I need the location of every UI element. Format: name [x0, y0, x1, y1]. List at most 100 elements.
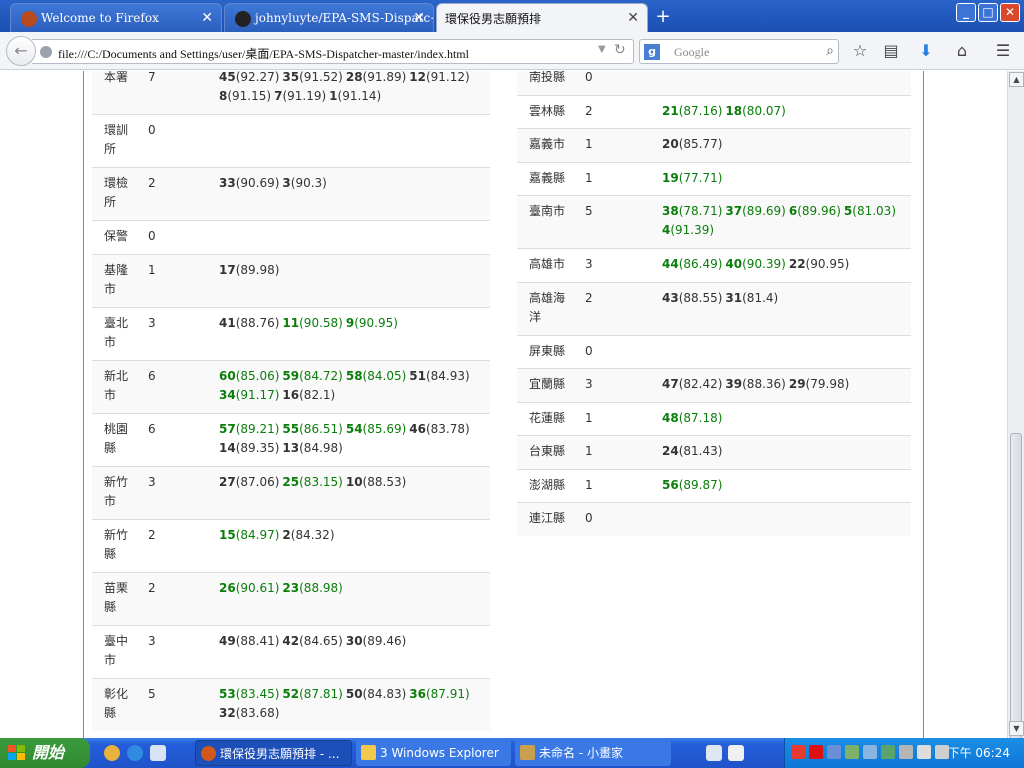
- chrome-icon[interactable]: [104, 745, 120, 761]
- volunteer-entry: 59(84.72): [282, 369, 342, 383]
- tray-app-icon[interactable]: [899, 745, 913, 759]
- network-icon[interactable]: [827, 745, 841, 759]
- search-icon[interactable]: ⌕: [826, 43, 834, 59]
- volunteer-score: (87.91): [425, 686, 470, 701]
- volunteer-entry: 24(81.43): [662, 444, 722, 458]
- taskbar-task-explorer[interactable]: 3 Windows Explorer: [356, 740, 511, 766]
- agency-count: 3: [585, 377, 593, 391]
- left-agency-table: 本署 7 45(92.27) 35(91.52) 28(91.89) 12(91.12) 8…: [92, 71, 490, 731]
- volunteer-number: 59: [282, 368, 300, 383]
- reading-list-icon[interactable]: ▤: [880, 40, 902, 62]
- volunteer-score: (84.65): [299, 633, 343, 648]
- maximize-button[interactable]: □: [978, 3, 998, 22]
- back-button[interactable]: ←: [6, 36, 36, 66]
- volunteer-number: 33: [219, 176, 236, 190]
- volunteer-line: 44(86.49) 40(90.39) 22(90.95): [662, 255, 907, 274]
- volunteer-score: (86.51): [299, 421, 343, 436]
- agency-count: 1: [148, 262, 156, 277]
- agency-name: 環訓所: [104, 123, 129, 156]
- volunteer-score: (91.14): [337, 89, 382, 103]
- volunteer-number: 12: [409, 71, 426, 84]
- agency-name: 臺北市: [104, 315, 129, 349]
- tab-github[interactable]: johnyluyte/EPA-SMS-Dispatc⋯ ✕: [224, 3, 434, 32]
- taskbar-task-firefox[interactable]: 環保役男志願預排 - ...: [195, 740, 352, 766]
- agency-count: 5: [148, 686, 156, 701]
- show-desktop-icon[interactable]: [150, 745, 166, 761]
- taskbar-task-paint[interactable]: 未命名 - 小畫家: [515, 740, 671, 766]
- ie-icon[interactable]: [127, 745, 143, 761]
- help-icon[interactable]: [728, 745, 744, 761]
- volunteer-entry: 29(79.98): [789, 377, 849, 391]
- task-label: 未命名 - 小畫家: [539, 746, 623, 760]
- volunteer-score: (89.21): [235, 421, 280, 436]
- agency-count: 1: [585, 477, 593, 492]
- agency-name: 臺南市: [529, 204, 566, 218]
- table-row: 新北市 6 60(85.06) 59(84.72) 58(84.05) 51(84.93)…: [92, 359, 490, 413]
- volume-icon[interactable]: [917, 745, 931, 759]
- volunteer-score: (90.95): [805, 257, 850, 271]
- volunteer-score: (81.4): [742, 290, 779, 305]
- taskbar-clock: 下午 06:24: [947, 746, 1010, 760]
- home-icon[interactable]: ⌂: [951, 40, 973, 62]
- volunteer-entry: 50(84.83): [346, 687, 406, 701]
- antivirus-icon[interactable]: [791, 745, 805, 759]
- volunteer-entry: 20(85.77): [662, 137, 722, 151]
- tab-welcome[interactable]: Welcome to Firefox ✕: [10, 3, 222, 32]
- close-tab-icon[interactable]: ✕: [413, 10, 425, 26]
- volunteer-entry: 48(87.18): [662, 411, 722, 425]
- minimize-button[interactable]: _: [956, 3, 976, 22]
- keyboard-icon[interactable]: [706, 745, 722, 761]
- volunteer-score: (87.81): [299, 686, 343, 701]
- start-button[interactable]: 開始: [0, 738, 90, 768]
- volunteer-score: (88.36): [742, 377, 786, 391]
- volunteer-list: 60(85.06) 59(84.72) 58(84.05) 51(84.93) 34(9…: [219, 367, 484, 405]
- tray-app-icon[interactable]: [881, 745, 895, 759]
- tray-app-icon[interactable]: [863, 745, 877, 759]
- volunteer-entry: 4(91.39): [662, 223, 714, 237]
- volunteer-entry: 46(83.78): [409, 422, 469, 436]
- bookmark-star-icon[interactable]: ☆: [849, 40, 871, 62]
- volunteer-score: (84.32): [290, 527, 335, 542]
- volunteer-score: (84.05): [362, 368, 407, 383]
- reload-icon[interactable]: ↻: [614, 42, 626, 58]
- close-window-button[interactable]: ✕: [1000, 3, 1020, 22]
- volunteer-score: (91.52): [299, 71, 343, 84]
- volunteer-number: 39: [725, 377, 743, 391]
- volunteer-list: 56(89.87): [662, 476, 907, 495]
- volunteer-list: 27(87.06) 25(83.15) 10(88.53): [219, 473, 484, 492]
- search-bar[interactable]: g Google ⌕: [639, 39, 839, 64]
- table-row: 花蓮縣 1 48(87.18): [517, 401, 911, 436]
- volunteer-list: 26(90.61) 23(88.98): [219, 579, 484, 598]
- table-row: 連江縣 0: [517, 502, 911, 536]
- table-row: 臺北市 3 41(88.76) 11(90.58) 9(90.95): [92, 306, 490, 360]
- url-dropdown-icon[interactable]: ▼: [598, 44, 606, 55]
- volunteer-list: 48(87.18): [662, 409, 907, 428]
- agency-count: 0: [585, 511, 593, 525]
- volunteer-entry: 36(87.91): [409, 687, 469, 701]
- new-tab-button[interactable]: +: [652, 6, 674, 28]
- volunteer-score: (83.68): [235, 705, 280, 720]
- volunteer-number: 42: [282, 633, 300, 648]
- agency-name: 新竹市: [104, 474, 129, 508]
- scroll-up-icon[interactable]: ▲: [1009, 72, 1024, 87]
- google-icon[interactable]: g: [644, 44, 660, 60]
- volunteer-entry: 8(91.15): [219, 89, 271, 103]
- tab-label: Welcome to Firefox: [41, 11, 159, 25]
- downloads-icon[interactable]: ⬇: [915, 40, 937, 62]
- tab-current[interactable]: 環保役男志願預排 ✕: [436, 3, 648, 32]
- scroll-down-icon[interactable]: ▼: [1009, 721, 1024, 736]
- menu-icon[interactable]: ☰: [992, 40, 1014, 62]
- url-bar[interactable]: file:///C:/Documents and Settings/user/桌…: [32, 39, 634, 64]
- close-tab-icon[interactable]: ✕: [627, 10, 639, 26]
- tray-app-icon[interactable]: [845, 745, 859, 759]
- scroll-thumb[interactable]: [1010, 433, 1022, 753]
- volunteer-number: 50: [345, 686, 363, 701]
- ati-icon[interactable]: [809, 745, 823, 759]
- close-tab-icon[interactable]: ✕: [201, 10, 213, 26]
- agency-name: 本署: [104, 71, 129, 84]
- vertical-scrollbar[interactable]: ▲ ▼: [1007, 71, 1024, 753]
- volunteer-entry: 42(84.65): [282, 634, 342, 648]
- volunteer-number: 19: [662, 170, 679, 185]
- table-row: 基隆市 1 17(89.98): [92, 253, 490, 307]
- volunteer-number: 15: [219, 527, 236, 542]
